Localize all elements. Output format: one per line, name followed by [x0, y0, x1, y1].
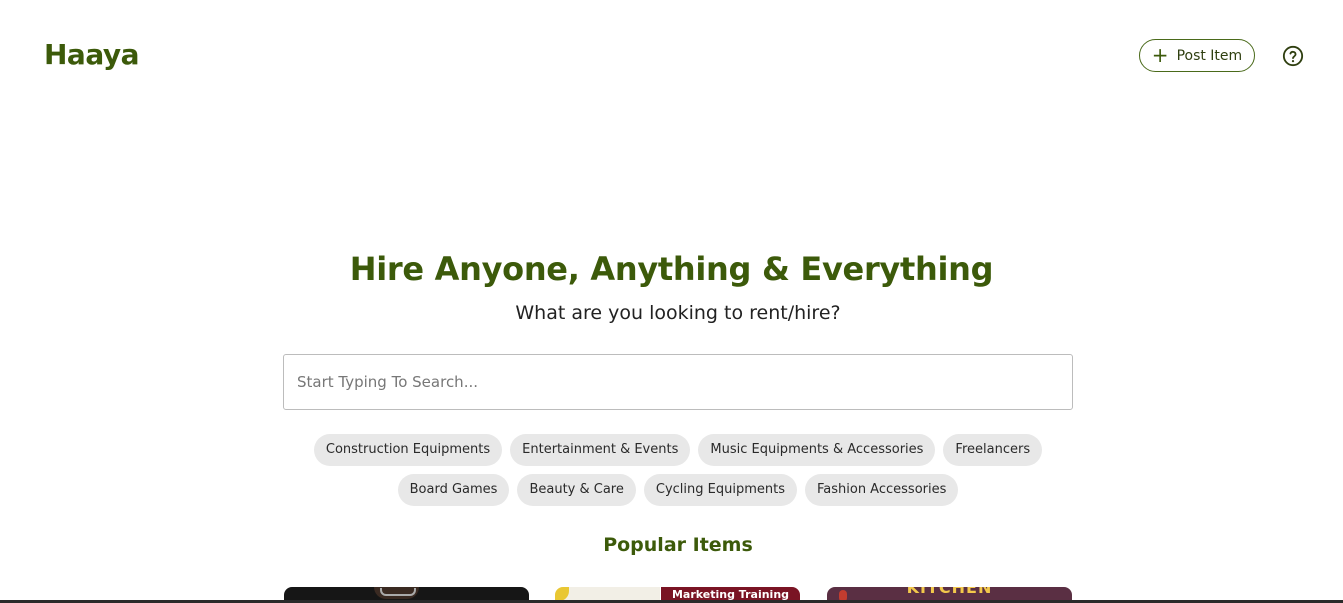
card-image-detail	[380, 588, 416, 596]
hero-title: Hire Anyone, Anything & Everything	[349, 250, 994, 288]
category-chip-cycling-equipments[interactable]: Cycling Equipments	[643, 474, 797, 506]
category-chip-fashion-accessories[interactable]: Fashion Accessories	[804, 474, 959, 506]
plus-icon: +	[1151, 42, 1169, 67]
card-image-text: KITCHEN	[906, 587, 993, 597]
category-chip-beauty-care[interactable]: Beauty & Care	[517, 474, 636, 506]
category-chip-entertainment-events[interactable]: Entertainment & Events	[510, 434, 691, 466]
post-item-button[interactable]: + Post Item	[1139, 39, 1255, 72]
category-chip-freelancers[interactable]: Freelancers	[943, 434, 1043, 466]
category-chip-construction-equipments[interactable]: Construction Equipments	[313, 434, 503, 466]
help-circle-icon[interactable]	[1282, 45, 1304, 67]
category-chip-board-games[interactable]: Board Games	[397, 474, 510, 506]
post-item-label: Post Item	[1176, 47, 1243, 64]
page: Haaya + Post Item Hire Anyone, Anything …	[0, 0, 1343, 603]
category-chip-music-equipments[interactable]: Music Equipments & Accessories	[698, 434, 936, 466]
logo[interactable]: Haaya	[44, 38, 140, 71]
search-input[interactable]	[283, 354, 1073, 410]
hero-subtitle: What are you looking to rent/hire?	[515, 302, 841, 324]
category-chips-row-1: Construction Equipments Entertainment & …	[0, 434, 1343, 466]
popular-items-heading: Popular Items	[603, 534, 753, 556]
category-chips-row-2: Board Games Beauty & Care Cycling Equipm…	[0, 474, 1343, 506]
